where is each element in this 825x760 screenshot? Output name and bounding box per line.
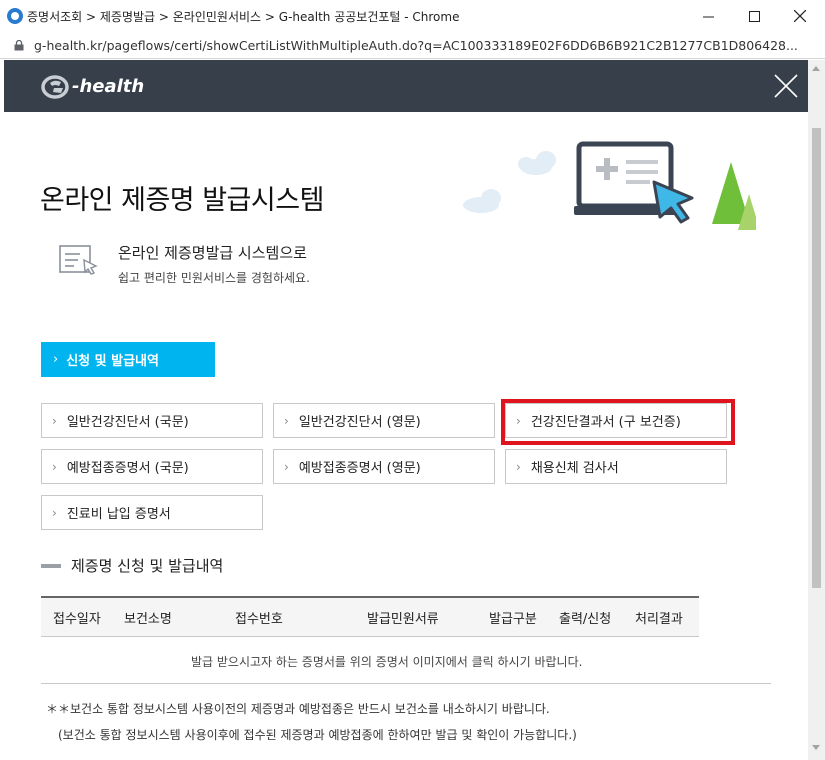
url-text[interactable]: g-health.kr/pageflows/certi/showCertiLis… (34, 38, 814, 53)
address-bar[interactable]: g-health.kr/pageflows/certi/showCertiLis… (0, 32, 825, 59)
window-titlebar: 증명서조회 > 제증명발급 > 온라인민원서비스 > G-health 공공보건… (0, 0, 825, 32)
window-close-button[interactable] (777, 0, 823, 32)
intro-subtext: 쉽고 편리한 민원서비스를 경험하세요. (118, 271, 310, 285)
empty-message: 발급 받으시고자 하는 증명서를 위의 증명서 이미지에서 클릭 하시기 바랍니… (191, 655, 583, 669)
document-cursor-icon (59, 245, 98, 275)
popup-close-button[interactable] (774, 74, 798, 98)
tab-application-history[interactable]: › 신청 및 발급내역 (41, 342, 215, 377)
cert-label: 일반건강진단서 (국문) (66, 415, 189, 430)
maximize-button[interactable] (731, 0, 777, 32)
cert-employment-exam-button[interactable]: › 채용신체 검사서 (505, 449, 727, 484)
notice-line-2: (보건소 통합 정보시스템 사용이후에 접수된 제증명과 예방접종에 한하여만 … (58, 728, 577, 742)
cert-label: 채용신체 검사서 (530, 461, 619, 476)
cert-medical-payment-button[interactable]: › 진료비 납입 증명서 (41, 495, 263, 530)
table-header: 접수일자 보건소명 접수번호 발급민원서류 발급구분 출력/신청 처리결과 (41, 596, 699, 637)
section-title: 제증명 신청 및 발급내역 (41, 555, 223, 576)
column-header: 출력/신청 (559, 612, 612, 627)
logo-text: -health (72, 75, 145, 97)
column-header: 보건소명 (124, 612, 172, 627)
column-header: 발급구분 (489, 612, 537, 627)
page-content: 온라인 제증명 발급시스템 온라인 제증명발급 시스템으로 쉽고 편리한 민원서… (4, 112, 808, 760)
column-header: 처리결과 (635, 612, 683, 627)
section-bar-icon (41, 563, 61, 568)
column-header: 발급민원서류 (367, 612, 439, 627)
ghealth-logo-icon (41, 75, 69, 99)
scroll-up-icon[interactable] (812, 66, 820, 71)
highlight-box (501, 399, 735, 445)
ghealth-logo[interactable]: -health (40, 73, 144, 99)
minimize-button[interactable] (685, 0, 731, 32)
cert-label: 예방접종증명서 (영문) (298, 461, 421, 476)
table-empty-row: 발급 받으시고자 하는 증명서를 위의 증명서 이미지에서 클릭 하시기 바랍니… (41, 637, 771, 684)
page-title: 온라인 제증명 발급시스템 (40, 185, 324, 216)
cert-vaccination-en-button[interactable]: › 예방접종증명서 (영문) (273, 449, 495, 484)
computer-illustration-icon (463, 141, 756, 230)
vertical-scrollbar[interactable] (808, 60, 825, 760)
tab-label: 신청 및 발급내역 (66, 354, 159, 369)
column-header: 접수번호 (235, 612, 283, 627)
window-title: 증명서조회 > 제증명발급 > 온라인민원서비스 > G-health 공공보건… (27, 10, 460, 24)
section-label: 제증명 신청 및 발급내역 (71, 557, 224, 575)
cert-label: 일반건강진단서 (영문) (298, 415, 421, 430)
cert-general-health-kr-button[interactable]: › 일반건강진단서 (국문) (41, 403, 263, 438)
chevron-right-icon: › (52, 413, 57, 428)
chevron-right-icon: › (52, 505, 57, 520)
history-table: 접수일자 보건소명 접수번호 발급민원서류 발급구분 출력/신청 처리결과 발급… (41, 596, 771, 684)
column-header: 접수일자 (53, 612, 101, 627)
chevron-right-icon: › (284, 413, 289, 428)
scroll-down-icon[interactable] (812, 745, 820, 750)
notice-line-1: ＊＊보건소 통합 정보시스템 사용이전의 제증명과 예방접종은 반드시 보건소를… (46, 702, 550, 716)
cert-general-health-en-button[interactable]: › 일반건강진단서 (영문) (273, 403, 495, 438)
cert-label: 예방접종증명서 (국문) (66, 461, 189, 476)
scrollbar-thumb[interactable] (812, 128, 821, 588)
lock-icon (14, 40, 24, 51)
close-icon (794, 10, 806, 22)
chevron-right-icon: › (53, 352, 59, 367)
intro-heading: 온라인 제증명발급 시스템으로 (118, 244, 307, 262)
cert-vaccination-kr-button[interactable]: › 예방접종증명서 (국문) (41, 449, 263, 484)
ghealth-favicon-icon (7, 8, 23, 24)
chevron-right-icon: › (516, 459, 521, 474)
chevron-right-icon: › (284, 459, 289, 474)
maximize-icon (748, 10, 760, 22)
minimize-icon (702, 16, 714, 17)
site-header: -health (4, 60, 808, 112)
chevron-right-icon: › (52, 459, 57, 474)
cert-label: 진료비 납입 증명서 (66, 507, 171, 522)
